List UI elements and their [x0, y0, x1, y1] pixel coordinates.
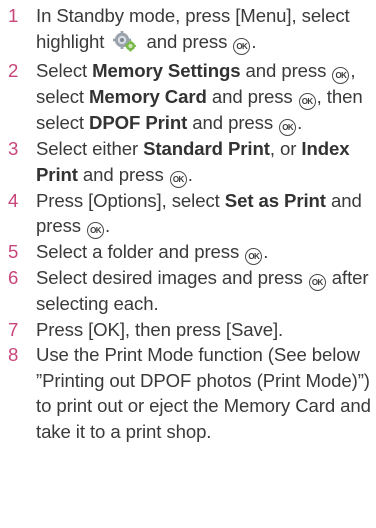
- text-segment: and press: [240, 60, 332, 81]
- step-text: Select desired images and press OK after…: [36, 265, 376, 317]
- ok-button-icon: OK: [87, 222, 105, 239]
- menu-term-dpof-print: DPOF Print: [89, 112, 188, 133]
- step-6: 6 Select desired images and press OK aft…: [0, 265, 376, 317]
- text-segment: and press: [206, 86, 298, 107]
- text-segment: Press [Options], select: [36, 189, 225, 211]
- step-text: Use the Print Mode function (See below ”…: [36, 344, 371, 442]
- text-segment: and press: [187, 112, 279, 133]
- text-segment: Select a folder and press: [36, 241, 245, 262]
- text-segment: and press: [141, 30, 233, 52]
- instruction-steps: 1 In Standby mode, press [Menu], select …: [0, 0, 376, 444]
- text-segment: .: [187, 163, 193, 185]
- step-number: 7: [8, 318, 19, 340]
- step-number: 3: [8, 138, 19, 159]
- step-number: 4: [8, 189, 19, 211]
- step-text: Select a folder and press OK.: [36, 239, 376, 265]
- text-segment: and press: [77, 163, 169, 185]
- text-segment: .: [297, 112, 303, 133]
- step-text: Select Memory Settings and press OK, sel…: [36, 58, 376, 136]
- step-number: 8: [8, 344, 19, 365]
- ok-button-icon: OK: [245, 248, 263, 265]
- text-segment: Select desired images and press: [36, 267, 308, 288]
- text-segment: .: [263, 241, 269, 262]
- step-2: 2 Select Memory Settings and press OK, s…: [0, 58, 376, 136]
- settings-gear-icon: [113, 30, 137, 59]
- menu-term-memory-card: Memory Card: [89, 86, 207, 107]
- step-number: 6: [8, 267, 19, 288]
- ok-button-icon: OK: [298, 93, 316, 110]
- step-text: In Standby mode, press [Menu], select hi…: [36, 3, 376, 58]
- text-segment: Select: [36, 60, 93, 81]
- step-number: 2: [8, 60, 19, 81]
- step-3: 3 Select either Standard Print, or Index…: [0, 136, 376, 188]
- step-1: 1 In Standby mode, press [Menu], select …: [0, 3, 376, 58]
- text-segment: , or: [269, 138, 302, 159]
- step-text: Press [OK], then press [Save].: [36, 318, 284, 340]
- ok-button-icon: OK: [233, 37, 251, 55]
- step-4: 4 Press [Options], select Set as Print a…: [0, 188, 376, 239]
- step-number: 1: [8, 5, 19, 26]
- text-segment: .: [251, 30, 257, 52]
- step-text: Select either Standard Print, or Index P…: [36, 136, 376, 188]
- ok-button-icon: OK: [169, 170, 187, 188]
- step-8: 8 Use the Print Mode function (See below…: [0, 342, 376, 444]
- step-number: 5: [8, 241, 19, 262]
- ok-button-icon: OK: [308, 274, 326, 291]
- ok-button-icon: OK: [279, 119, 297, 136]
- step-5: 5 Select a folder and press OK.: [0, 239, 376, 265]
- ok-button-icon: OK: [332, 67, 350, 84]
- text-segment: Select either: [36, 138, 144, 159]
- menu-term-memory-settings: Memory Settings: [92, 60, 241, 81]
- step-text: Press [Options], select Set as Print and…: [36, 188, 376, 239]
- step-7: 7 Press [OK], then press [Save].: [0, 317, 376, 343]
- menu-term-standard-print: Standard Print: [143, 138, 270, 159]
- text-segment: .: [105, 215, 111, 236]
- menu-term-set-as-print: Set as Print: [224, 189, 326, 211]
